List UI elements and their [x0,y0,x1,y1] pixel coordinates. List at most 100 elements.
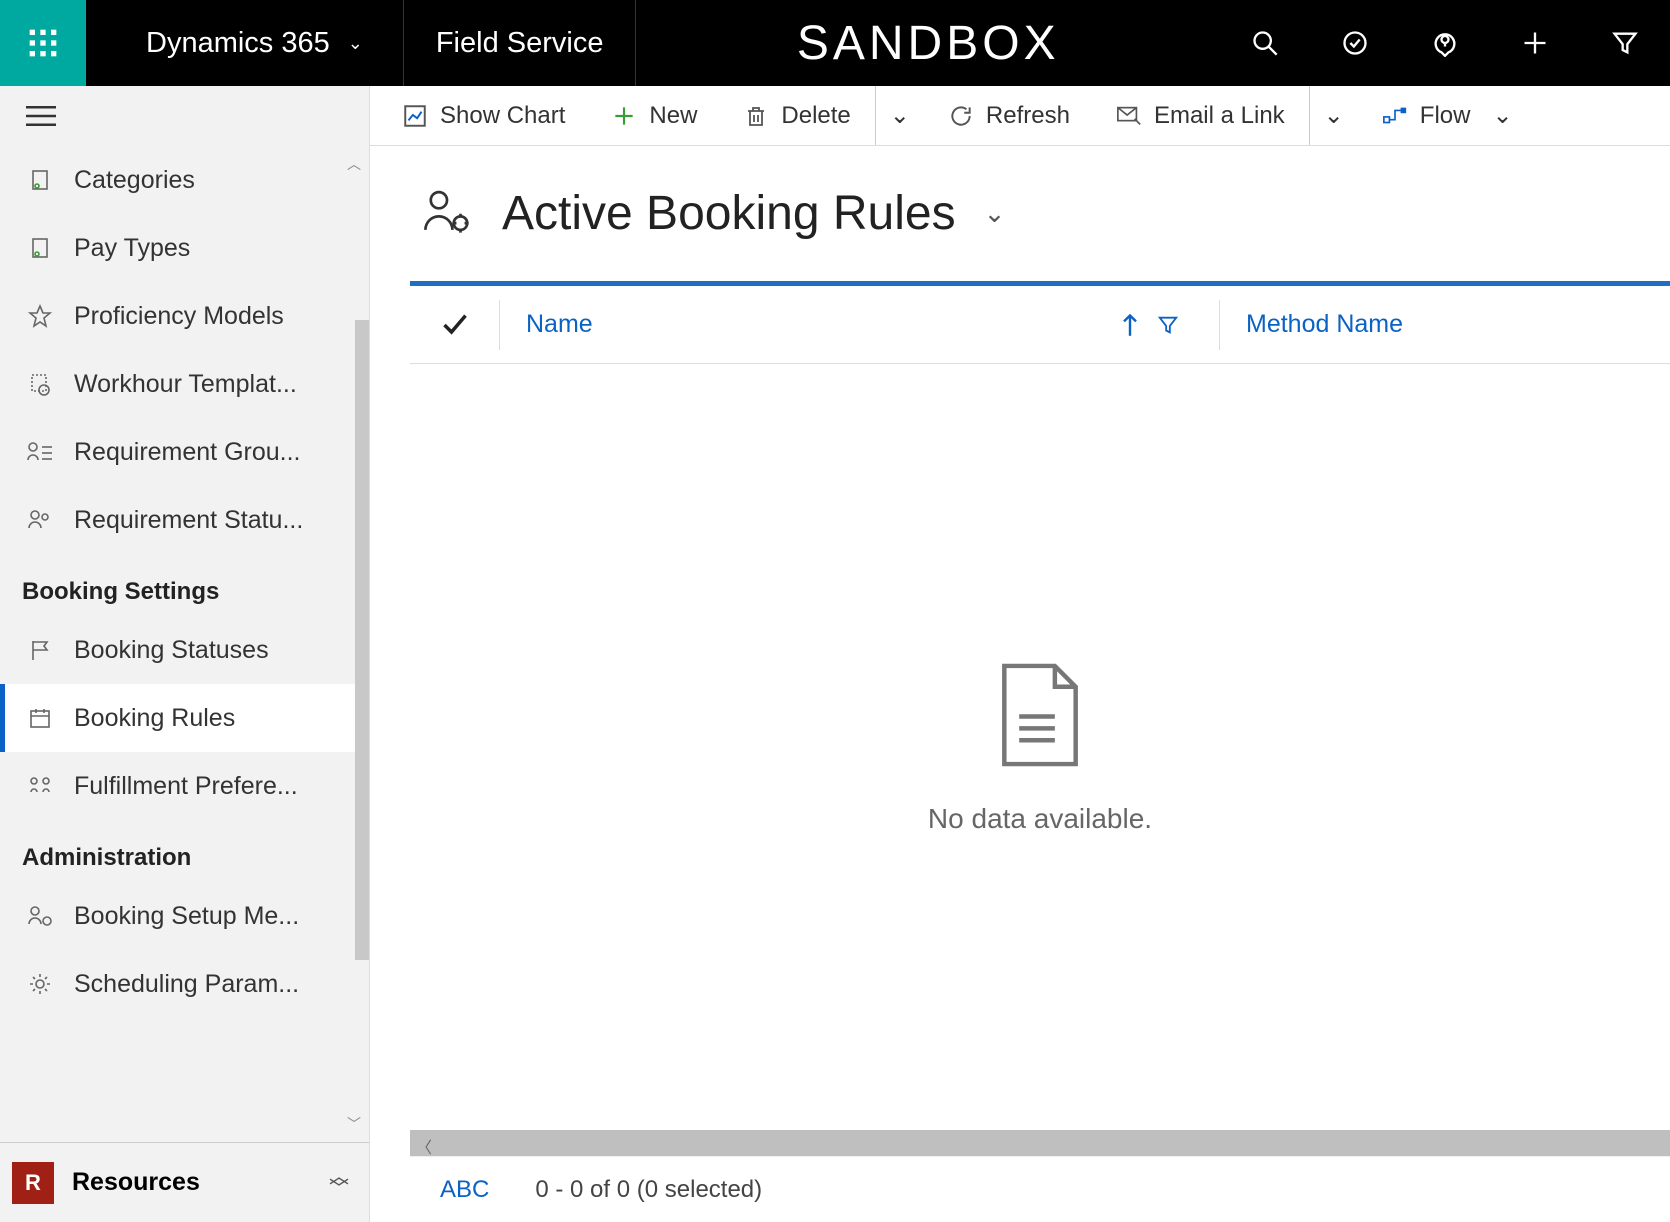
grid-footer: ABC 0 - 0 of 0 (0 selected) [410,1156,1670,1222]
cmd-show-chart[interactable]: Show Chart [380,86,587,145]
command-bar: Show Chart New Delete ⌄ Refresh Email a … [370,86,1670,146]
nav-item-proficiency-models[interactable]: Proficiency Models [0,282,369,350]
nav-collapse-button[interactable] [0,86,369,146]
cmd-delete[interactable]: Delete [721,86,872,145]
area-name: Resources [72,1168,311,1197]
add-button[interactable] [1490,0,1580,86]
grid-column-method-name[interactable]: Method Name [1220,310,1670,339]
filter-icon [1157,314,1179,336]
cmd-delete-split[interactable]: ⌄ [875,86,924,145]
nav-scroll-down[interactable]: ﹀ [347,1114,367,1134]
nav-item-requirement-groups[interactable]: Requirement Grou... [0,418,369,486]
person-gear-icon [26,902,54,930]
grid-index-toggle[interactable]: ABC [440,1176,489,1204]
cmd-label: Refresh [986,102,1070,130]
environment-badge: SANDBOX [636,0,1220,86]
help-button[interactable] [1400,0,1490,86]
main-content: Show Chart New Delete ⌄ Refresh Email a … [370,86,1670,1222]
flow-icon [1382,103,1408,129]
data-grid: Name Method Name No data available. 〈 [410,281,1670,1222]
nav-label: Booking Rules [74,704,235,733]
plus-icon [611,103,637,129]
chevron-down-icon: ⌄ [348,33,363,54]
nav-item-booking-setup-metadata[interactable]: Booking Setup Me... [0,882,369,950]
calendar-icon [26,704,54,732]
gear-icon [26,970,54,998]
flag-icon [26,636,54,664]
grid-empty-state: No data available. [410,364,1670,1130]
nav-label: Fulfillment Prefere... [74,772,298,801]
chevron-down-icon: ⌄ [890,101,910,130]
app-launcher-button[interactable] [0,0,86,86]
person-list-icon [26,438,54,466]
module-label: Field Service [404,0,637,86]
view-selector-chevron[interactable]: ⌄ [984,198,1006,229]
cmd-refresh[interactable]: Refresh [926,86,1092,145]
brand-label: Dynamics 365 [146,27,330,60]
area-chevrons-icon: ︿﹀ [329,1171,369,1195]
sidebar-scrollbar[interactable] [355,320,369,960]
email-icon [1116,103,1142,129]
cmd-label: New [649,102,697,130]
cmd-flow[interactable]: Flow ⌄ [1360,86,1535,145]
document-icon [26,166,54,194]
sort-asc-icon [1121,313,1139,337]
people-gear-icon [420,186,474,241]
filter-button[interactable] [1580,0,1670,86]
nav-item-requirement-statuses[interactable]: Requirement Statu... [0,486,369,554]
cmd-label: Delete [781,102,850,130]
document-icon [26,234,54,262]
view-header: Active Booking Rules ⌄ [370,146,1670,281]
nav-item-pay-types[interactable]: Pay Types [0,214,369,282]
chevron-down-icon: ⌄ [1324,101,1344,130]
area-badge: R [12,1162,54,1204]
nav-group-booking-settings: Booking Settings [0,554,369,616]
nav-label: Requirement Statu... [74,506,303,535]
cmd-email-link[interactable]: Email a Link [1094,86,1307,145]
nav-label: Scheduling Param... [74,970,299,999]
area-switcher[interactable]: R Resources ︿﹀ [0,1142,369,1222]
global-top-bar: Dynamics 365 ⌄ Field Service SANDBOX [0,0,1670,86]
nav-label: Categories [74,166,195,195]
task-button[interactable] [1310,0,1400,86]
nav-item-booking-statuses[interactable]: Booking Statuses [0,616,369,684]
nav-label: Workhour Templat... [74,370,297,399]
nav-label: Booking Statuses [74,636,269,665]
refresh-icon [948,103,974,129]
nav-label: Requirement Grou... [74,438,301,467]
brand-dropdown[interactable]: Dynamics 365 ⌄ [86,0,404,86]
nav-item-booking-rules[interactable]: Booking Rules [0,684,369,752]
star-icon [26,302,54,330]
left-nav: ︿ ﹀ Categories Pay Types Proficiency Mod… [0,86,370,1222]
view-title: Active Booking Rules [502,186,956,241]
nav-label: Pay Types [74,234,190,263]
nav-item-categories[interactable]: Categories [0,146,369,214]
trash-icon [743,103,769,129]
nav-item-scheduling-parameters[interactable]: Scheduling Param... [0,950,369,1018]
nav-group-administration: Administration [0,820,369,882]
document-icon [995,660,1085,775]
grid-column-name[interactable]: Name [500,300,1220,350]
chart-icon [402,103,428,129]
grid-empty-message: No data available. [928,803,1152,835]
search-button[interactable] [1220,0,1310,86]
cmd-email-split[interactable]: ⌄ [1309,86,1358,145]
grid-horizontal-scrollbar[interactable]: 〈 [410,1130,1670,1156]
grid-paging-status: 0 - 0 of 0 (0 selected) [535,1176,762,1204]
nav-item-fulfillment-preferences[interactable]: Fulfillment Prefere... [0,752,369,820]
nav-label: Booking Setup Me... [74,902,299,931]
grid-header-row: Name Method Name [410,286,1670,364]
people-icon [26,506,54,534]
nav-scroll-up[interactable]: ︿ [347,154,367,174]
people-swap-icon [26,772,54,800]
column-label: Name [526,310,593,339]
scroll-left-icon: 〈 [416,1134,432,1158]
nav-label: Proficiency Models [74,302,284,331]
nav-scroll-region: ︿ ﹀ Categories Pay Types Proficiency Mod… [0,146,369,1142]
cmd-label: Email a Link [1154,102,1285,130]
column-label: Method Name [1246,310,1403,339]
cmd-label: Show Chart [440,102,565,130]
nav-item-workhour-templates[interactable]: Workhour Templat... [0,350,369,418]
cmd-new[interactable]: New [589,86,719,145]
grid-select-all[interactable] [410,300,500,350]
